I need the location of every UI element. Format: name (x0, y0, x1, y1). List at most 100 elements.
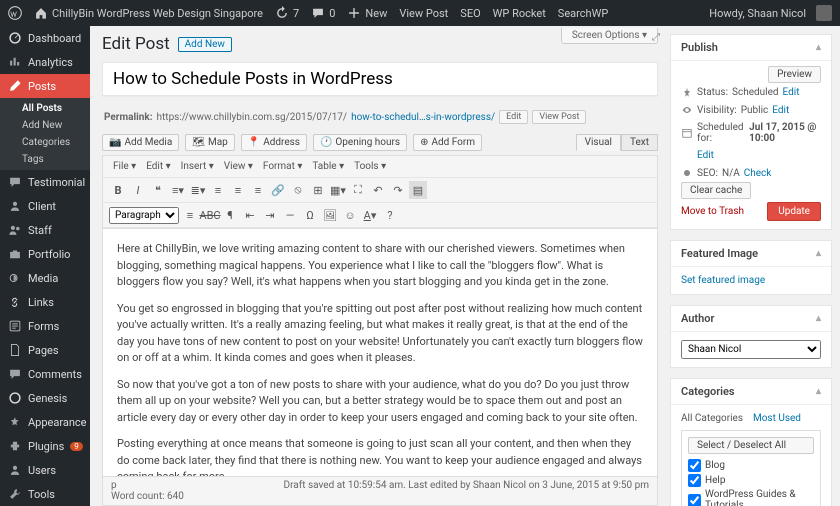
outdent-icon[interactable]: ⇤ (241, 206, 259, 224)
fullscreen-icon[interactable]: ⛶ (349, 181, 367, 199)
categories-header[interactable]: Categories▴ (671, 379, 831, 405)
update-button[interactable]: Update (767, 202, 821, 221)
tab-most-used[interactable]: Most Used (753, 413, 801, 424)
undo-icon[interactable]: ↶ (369, 181, 387, 199)
author-header[interactable]: Author▴ (671, 306, 831, 332)
menu-view[interactable]: View ▾ (220, 159, 257, 174)
sidebar-item-pages[interactable]: Pages (0, 338, 90, 362)
featured-image-header[interactable]: Featured Image▴ (671, 241, 831, 267)
emoji-icon[interactable]: ☺ (341, 206, 359, 224)
sidebar-item-client[interactable]: Client (0, 194, 90, 218)
new-content-link[interactable]: New (347, 6, 387, 20)
sidebar-item-tools[interactable]: Tools (0, 482, 90, 506)
sidebar-item-comments[interactable]: Comments (0, 362, 90, 386)
help-icon[interactable]: ? (381, 206, 399, 224)
menu-insert[interactable]: Insert ▾ (177, 159, 218, 174)
align-center-icon[interactable]: ≡ (229, 181, 247, 199)
align-right-icon[interactable]: ≡ (249, 181, 267, 199)
hr-icon[interactable]: — (281, 206, 299, 224)
seo-check-link[interactable]: Check (744, 168, 772, 179)
updates-link[interactable]: 7 (275, 6, 299, 20)
comments-link[interactable]: 0 (311, 6, 335, 20)
special-char-icon[interactable]: Ω (301, 206, 319, 224)
set-featured-image-link[interactable]: Set featured image (681, 275, 765, 286)
search-wp-link[interactable]: SearchWP (558, 7, 609, 20)
edit-schedule-link[interactable]: Edit (697, 150, 714, 161)
select-all-button[interactable]: Select / Deselect All (688, 437, 814, 454)
sidebar-item-staff[interactable]: Staff (0, 218, 90, 242)
author-select[interactable]: Shaan Nicol (681, 340, 821, 359)
link-icon[interactable]: 🔗 (269, 181, 287, 199)
justify-icon[interactable]: ≡ (181, 206, 199, 224)
category-item[interactable]: Blog (688, 458, 814, 473)
paragraph-select[interactable]: Paragraph (109, 207, 179, 224)
redo-icon[interactable]: ↷ (389, 181, 407, 199)
number-list-icon[interactable]: ≣▾ (189, 181, 207, 199)
wp-logo[interactable] (8, 6, 22, 20)
sidebar-item-users[interactable]: Users (0, 458, 90, 482)
indent-icon[interactable]: ⇥ (261, 206, 279, 224)
menu-file[interactable]: File ▾ (109, 159, 140, 174)
paragraph-icon[interactable]: ¶ (221, 206, 239, 224)
toolbar-toggle-icon[interactable]: ▤ (409, 181, 427, 199)
distraction-free-icon[interactable]: ⤢ (652, 32, 660, 43)
post-title-input[interactable] (103, 63, 657, 95)
table-icon[interactable]: ▦▾ (329, 181, 347, 199)
sidebar-item-posts[interactable]: Posts (0, 74, 90, 98)
opening-hours-button[interactable]: 🕐 Opening hours (313, 134, 407, 151)
menu-tools[interactable]: Tools ▾ (350, 159, 390, 174)
avatar[interactable] (816, 5, 832, 21)
image-icon[interactable]: 🖼 (321, 206, 339, 224)
category-checkbox[interactable] (688, 494, 701, 506)
add-new-button[interactable]: Add New (178, 37, 232, 52)
sidebar-item-portfolio[interactable]: Portfolio (0, 242, 90, 266)
map-button[interactable]: 🗺 Map (185, 134, 235, 151)
sidebar-item-genesis[interactable]: Genesis (0, 386, 90, 410)
align-left-icon[interactable]: ≡ (209, 181, 227, 199)
menu-table[interactable]: Table ▾ (308, 159, 348, 174)
category-item[interactable]: Help (688, 473, 814, 488)
sidebar-item-dashboard[interactable]: Dashboard (0, 26, 90, 50)
sidebar-item-appearance[interactable]: Appearance (0, 410, 90, 434)
tab-all-categories[interactable]: All Categories (681, 413, 743, 424)
menu-format[interactable]: Format ▾ (259, 159, 307, 174)
screen-options-tab[interactable]: Screen Options ▾ (561, 28, 658, 44)
submenu-all-posts[interactable]: All Posts (0, 100, 90, 117)
view-post-link[interactable]: View Post (399, 7, 448, 20)
menu-edit[interactable]: Edit ▾ (142, 159, 174, 174)
edit-visibility-link[interactable]: Edit (772, 105, 789, 116)
italic-icon[interactable]: I (129, 181, 147, 199)
submenu-tags[interactable]: Tags (0, 151, 90, 168)
sidebar-item-plugins[interactable]: Plugins9 (0, 434, 90, 458)
bullet-list-icon[interactable]: ≡▾ (169, 181, 187, 199)
edit-slug-button[interactable]: Edit (499, 110, 528, 124)
site-name-link[interactable]: ChillyBin WordPress Web Design Singapore (34, 6, 263, 20)
editor-body[interactable]: Here at ChillyBin, we love writing amazi… (102, 228, 658, 477)
sidebar-item-media[interactable]: Media (0, 266, 90, 290)
tab-visual[interactable]: Visual (576, 134, 621, 151)
blockquote-icon[interactable]: ❝ (149, 181, 167, 199)
edit-status-link[interactable]: Edit (783, 87, 800, 98)
permalink-slug[interactable]: how-to-schedul…s-in-wordpress/ (351, 112, 495, 123)
more-icon[interactable]: ⊞ (309, 181, 327, 199)
submenu-add-new[interactable]: Add New (0, 117, 90, 134)
text-color-icon[interactable]: A▾ (361, 206, 379, 224)
category-checkbox[interactable] (688, 474, 701, 487)
sidebar-item-forms[interactable]: Forms (0, 314, 90, 338)
add-form-button[interactable]: ⊕ Add Form (413, 134, 482, 151)
tab-text[interactable]: Text (621, 134, 658, 151)
bold-icon[interactable]: B (109, 181, 127, 199)
submenu-categories[interactable]: Categories (0, 134, 90, 151)
wp-rocket-link[interactable]: WP Rocket (493, 7, 546, 20)
category-checkbox[interactable] (688, 459, 701, 472)
category-item[interactable]: WordPress Guides & Tutorials (688, 488, 814, 506)
clear-cache-button[interactable]: Clear cache (681, 182, 751, 199)
sidebar-item-analytics[interactable]: Analytics (0, 50, 90, 74)
add-media-button[interactable]: 📷 Add Media (102, 134, 179, 151)
sidebar-item-links[interactable]: Links (0, 290, 90, 314)
publish-box-header[interactable]: Publish▴ (671, 35, 831, 61)
seo-link[interactable]: SEO (460, 7, 480, 20)
howdy-link[interactable]: Howdy, Shaan Nicol (709, 7, 806, 20)
move-to-trash-link[interactable]: Move to Trash (681, 206, 744, 217)
address-button[interactable]: 📍 Address (241, 134, 307, 151)
